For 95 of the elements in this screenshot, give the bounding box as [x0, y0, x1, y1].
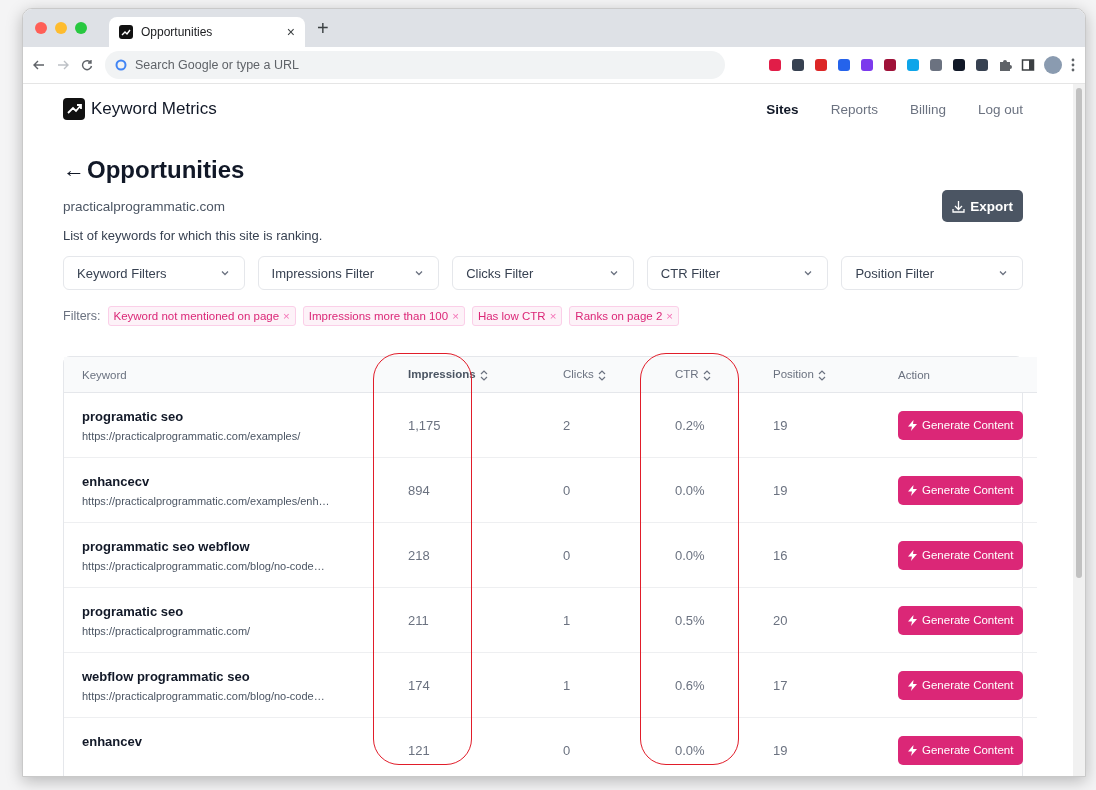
filter-chip[interactable]: Ranks on page 2 ×: [569, 306, 679, 326]
table-cell: 894: [390, 457, 545, 523]
table-cell: 0: [545, 457, 657, 523]
page-url: https://practicalprogrammatic.com/blog/no-code…: [82, 689, 326, 702]
nav-link[interactable]: Billing: [909, 101, 946, 117]
table-cell: 16: [755, 522, 880, 588]
table-cell: 0.6%: [657, 652, 755, 718]
table-cell: 0.0%: [657, 457, 755, 523]
lightning-icon: [908, 679, 917, 691]
filter-dropdown[interactable]: Position Filter: [841, 256, 1023, 290]
sort-icon: [479, 369, 488, 381]
extension-icon[interactable]: [952, 58, 966, 72]
site-domain: practicalprogrammatic.com: [63, 198, 226, 214]
column-header: Keyword: [64, 357, 390, 393]
trend-icon: [63, 98, 85, 120]
table-cell: 20: [755, 587, 880, 653]
filter-dropdown[interactable]: CTR Filter: [646, 256, 829, 290]
browser-tab[interactable]: Opportunities ×: [109, 17, 305, 47]
table-cell: 19: [755, 717, 880, 776]
close-tab-button[interactable]: ×: [286, 24, 295, 40]
back-icon[interactable]: [33, 59, 45, 71]
sort-icon: [702, 369, 711, 381]
table-cell: 17: [755, 652, 880, 718]
keyword-text: programatic seo: [82, 603, 185, 619]
table-cell: 121: [390, 717, 545, 776]
column-header[interactable]: Clicks: [545, 357, 657, 393]
filter-dropdown[interactable]: Clicks Filter: [452, 256, 634, 290]
lightning-icon: [908, 484, 917, 496]
keyword-text: webflow programmatic seo: [82, 668, 251, 684]
table-cell: 2: [545, 392, 657, 458]
filter-chip[interactable]: Keyword not mentioned on page ×: [107, 306, 296, 326]
table-cell: 0: [545, 717, 657, 776]
table-cell: 0.0%: [657, 717, 755, 776]
generate-content-button[interactable]: Generate Content: [898, 735, 1024, 765]
filters-label: Filters:: [63, 309, 101, 323]
sort-icon: [817, 369, 826, 381]
keyword-text: programmatic seo webflow: [82, 538, 251, 554]
nav-link[interactable]: Sites: [766, 101, 799, 117]
table-cell: 211: [390, 587, 545, 653]
table-cell: 1,175: [390, 392, 545, 458]
filter-chip[interactable]: Impressions more than 100 ×: [302, 306, 465, 326]
generate-content-button[interactable]: Generate Content: [898, 605, 1024, 635]
avatar-icon[interactable]: [1044, 56, 1062, 74]
sidebar-icon[interactable]: [1021, 58, 1035, 72]
extension-icon[interactable]: [791, 58, 805, 72]
back-link[interactable]: ←: [63, 157, 85, 183]
page-url: https://practicalprogrammatic.com/examples/enh…: [82, 494, 331, 507]
table-cell: 1: [545, 587, 657, 653]
nav-link[interactable]: Reports: [830, 101, 878, 117]
keyword-text: enhancev: [82, 733, 143, 749]
export-button[interactable]: Export: [942, 190, 1023, 222]
lightning-icon: [908, 744, 917, 756]
generate-content-button[interactable]: Generate Content: [898, 670, 1024, 700]
extension-icon[interactable]: [975, 58, 989, 72]
table-cell: 1: [545, 652, 657, 718]
menu-icon[interactable]: [1071, 58, 1075, 72]
page-url: https://practicalprogrammatic.com/examples/: [82, 429, 302, 442]
table-cell: 218: [390, 522, 545, 588]
lightning-icon: [908, 614, 917, 626]
generate-content-button[interactable]: Generate Content: [898, 540, 1024, 570]
tab-title: Opportunities: [141, 25, 214, 39]
column-header[interactable]: Position: [755, 357, 880, 393]
new-tab-button[interactable]: +: [317, 16, 329, 40]
sort-icon: [597, 369, 606, 381]
table-cell: 0.5%: [657, 587, 755, 653]
page-description: List of keywords for which this site is ranking.: [63, 228, 324, 243]
reload-icon[interactable]: [81, 59, 93, 71]
lightning-icon: [908, 419, 917, 431]
page-url: https://practicalprogrammatic.com/: [82, 624, 252, 637]
table-cell: 0.2%: [657, 392, 755, 458]
filter-dropdown[interactable]: Impressions Filter: [257, 256, 440, 290]
page-url: https://practicalprogrammatic.com/blog/no-code…: [82, 559, 326, 572]
table-cell: 0: [545, 522, 657, 588]
puzzle-icon[interactable]: [998, 58, 1012, 72]
download-icon: [952, 199, 966, 213]
table-cell: 19: [755, 457, 880, 523]
nav-link[interactable]: Log out: [977, 101, 1023, 117]
table-cell: 174: [390, 652, 545, 718]
table-cell: 0.0%: [657, 522, 755, 588]
brand-name: Keyword Metrics: [91, 99, 217, 119]
keyword-text: programatic seo: [82, 408, 185, 424]
column-header[interactable]: CTR: [657, 357, 755, 393]
filter-chip[interactable]: Has low CTR ×: [471, 306, 563, 326]
extension-icon[interactable]: [883, 58, 897, 72]
generate-content-button[interactable]: Generate Content: [898, 410, 1024, 440]
page-title: Opportunities: [87, 156, 245, 184]
generate-content-button[interactable]: Generate Content: [898, 475, 1024, 505]
filter-dropdown[interactable]: Keyword Filters: [63, 256, 245, 290]
lightning-icon: [908, 549, 917, 561]
keyword-text: enhancecv: [82, 473, 151, 489]
column-header: Action: [880, 357, 1037, 393]
table-cell: 19: [755, 392, 880, 458]
google-icon: [115, 59, 127, 71]
address-bar[interactable]: Search Google or type a URL: [105, 51, 725, 79]
trend-icon: [119, 25, 133, 39]
